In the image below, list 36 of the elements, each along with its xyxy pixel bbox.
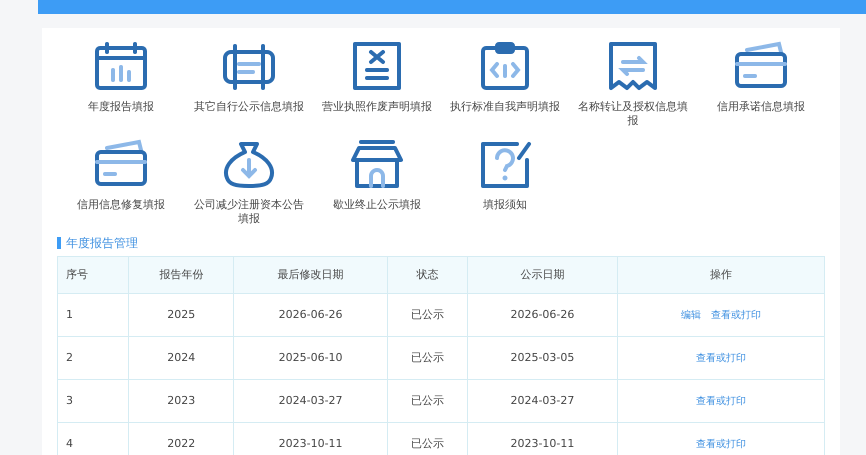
table-cell: 1 <box>58 294 129 336</box>
table-cell: 2025-06-10 <box>234 336 388 380</box>
table-cell: 已公示 <box>388 380 468 422</box>
column-header: 最后修改日期 <box>234 256 388 294</box>
column-header: 状态 <box>388 256 468 294</box>
table-cell: 已公示 <box>388 294 468 336</box>
menu-tile[interactable]: 其它自行公示信息填报 <box>185 40 313 128</box>
menu-tile[interactable]: 歇业终止公示填报 <box>313 138 441 226</box>
storefront-icon <box>349 138 405 190</box>
table-cell: 2026-06-26 <box>234 294 388 336</box>
table-cell: 2024-03-27 <box>468 380 618 422</box>
table-cell: 2023 <box>128 380 234 422</box>
menu-tile[interactable]: 年度报告填报 <box>57 40 185 128</box>
table-cell: 4 <box>58 422 129 455</box>
menu-tile[interactable]: 信用承诺信息填报 <box>697 40 825 128</box>
table-cell: 2025 <box>128 294 234 336</box>
table-cell: 2025-03-05 <box>468 336 618 380</box>
column-header: 报告年份 <box>128 256 234 294</box>
column-header: 公示日期 <box>468 256 618 294</box>
table-cell: 2024-03-27 <box>234 380 388 422</box>
menu-tile[interactable]: 营业执照作废声明填报 <box>313 40 441 128</box>
table-cell: 2 <box>58 336 129 380</box>
table-cell: 2026-06-26 <box>468 294 618 336</box>
table-cell: 2024 <box>128 336 234 380</box>
column-header: 操作 <box>617 256 824 294</box>
menu-tile[interactable]: 名称转让及授权信息填报 <box>569 40 697 128</box>
menu-tile[interactable]: 信用信息修复填报 <box>57 138 185 226</box>
menu-tile[interactable]: 填报须知 <box>441 138 569 226</box>
column-header: 序号 <box>58 256 129 294</box>
menu-tile[interactable]: 执行标准自我声明填报 <box>441 40 569 128</box>
menu-tile[interactable]: 公司减少注册资本公告填报 <box>185 138 313 226</box>
section-title: 年度报告管理 <box>66 235 138 252</box>
table-cell: 3 <box>58 380 129 422</box>
action-link[interactable]: 编辑 <box>680 310 701 321</box>
calendar-icon <box>93 40 149 92</box>
table-cell: 已公示 <box>388 336 468 380</box>
